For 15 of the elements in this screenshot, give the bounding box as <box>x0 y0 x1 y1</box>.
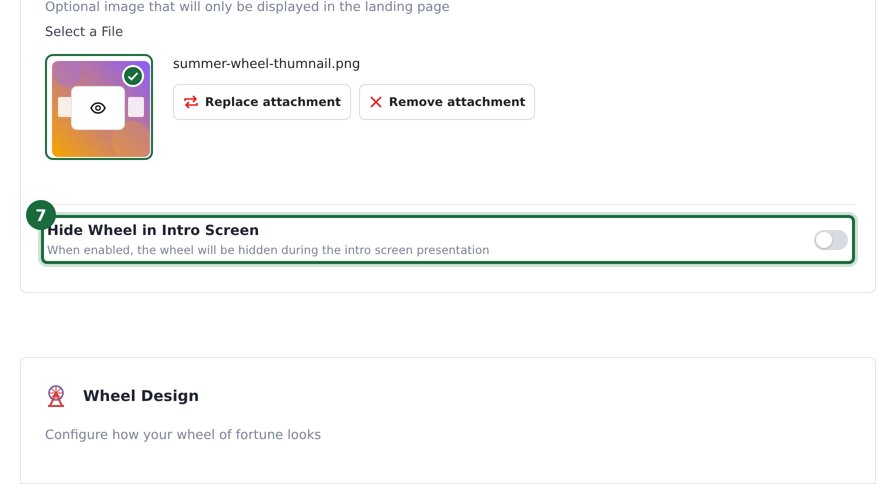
section-title: Wheel Design <box>83 387 200 405</box>
file-name: summer-wheel-thumnail.png <box>173 57 362 72</box>
field-label: Select a File <box>45 25 124 40</box>
remove-button[interactable]: Remove attachment <box>358 84 536 120</box>
hint-text: Optional image that will only be displayed in the landing page <box>45 0 451 16</box>
preview-button[interactable] <box>71 86 125 130</box>
file-thumbnail[interactable] <box>45 54 153 160</box>
close-icon <box>368 95 383 109</box>
eye-icon <box>90 102 106 114</box>
swap-icon <box>183 94 199 110</box>
ferris-wheel-icon <box>45 384 67 408</box>
section-description: Configure how your wheel of fortune looks <box>45 428 322 443</box>
setting-description: When enabled, the wheel will be hidden during the intro screen presentation <box>47 243 490 257</box>
replace-button[interactable]: Replace attachment <box>173 84 351 120</box>
toggle-switch[interactable] <box>814 230 848 250</box>
